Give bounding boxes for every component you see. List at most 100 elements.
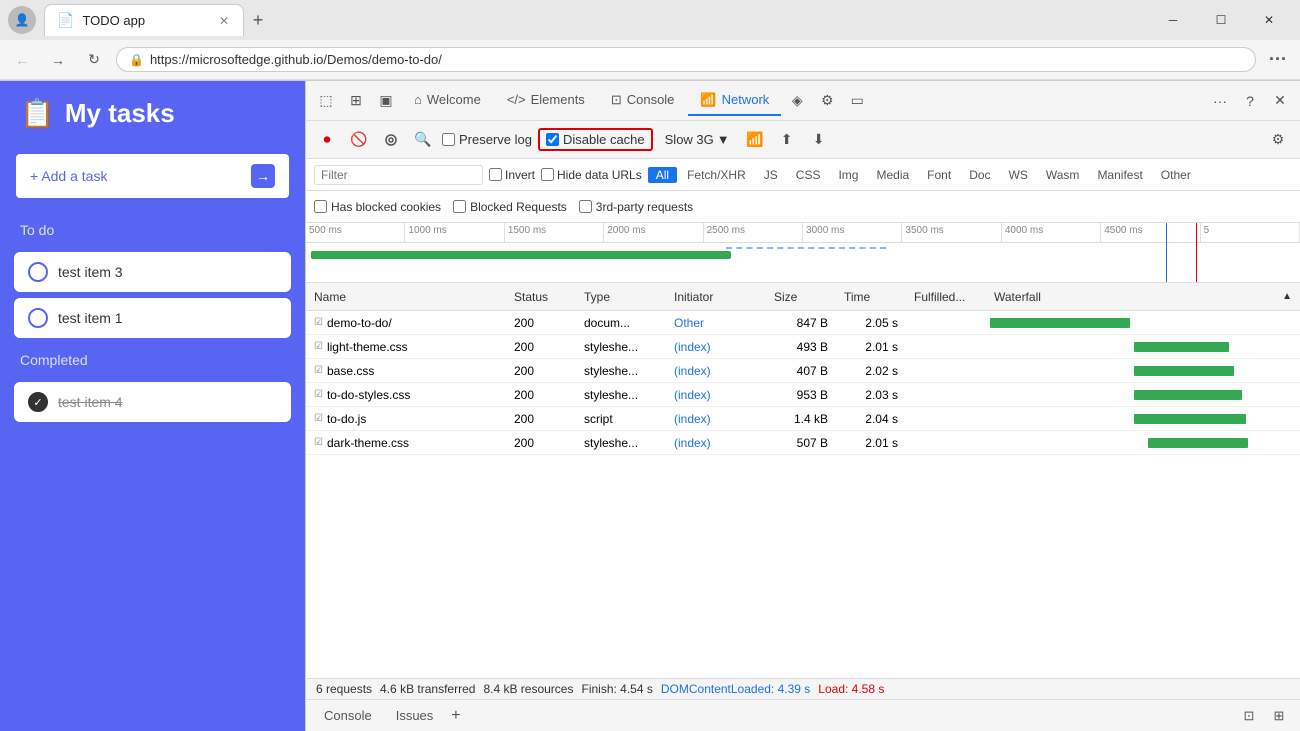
table-row[interactable]: ☑ dark-theme.css 200 styleshe... (index)… bbox=[306, 431, 1300, 455]
timeline-ruler: 500 ms 1000 ms 1500 ms 2000 ms 2500 ms 3… bbox=[306, 223, 1300, 243]
third-party-checkbox[interactable]: 3rd-party requests bbox=[579, 200, 693, 214]
settings-icon[interactable]: ⚙ bbox=[1264, 126, 1292, 154]
tick-2500: 2500 ms bbox=[704, 223, 803, 242]
table-row[interactable]: ☑ base.css 200 styleshe... (index) 407 B… bbox=[306, 359, 1300, 383]
forward-button[interactable]: → bbox=[44, 46, 72, 74]
bottom-tab-add-button[interactable]: + bbox=[447, 703, 464, 729]
minimize-button[interactable]: ─ bbox=[1150, 4, 1196, 36]
filter-tag-js[interactable]: JS bbox=[756, 167, 786, 183]
maximize-button[interactable]: ☐ bbox=[1198, 4, 1244, 36]
tab-welcome[interactable]: ⌂ Welcome bbox=[402, 86, 493, 115]
tab-application-icon[interactable]: ▭ bbox=[843, 87, 871, 115]
tab-title: TODO app bbox=[82, 13, 209, 28]
filter-tag-media[interactable]: Media bbox=[868, 167, 917, 183]
td-type: styleshe... bbox=[576, 340, 666, 354]
devtools-help-button[interactable]: ? bbox=[1236, 87, 1264, 115]
add-task-label: + Add a task bbox=[30, 168, 107, 184]
throttle-label: Slow 3G bbox=[665, 132, 714, 147]
home-icon: ⌂ bbox=[414, 92, 422, 107]
more-options-button[interactable]: ··· bbox=[1264, 46, 1292, 74]
todo-item-checkbox[interactable] bbox=[28, 308, 48, 328]
list-item[interactable]: test item 3 bbox=[14, 252, 291, 292]
filter-input[interactable] bbox=[314, 165, 483, 185]
filter-tag-all[interactable]: All bbox=[648, 167, 677, 183]
bottom-tab-console[interactable]: Console bbox=[314, 704, 382, 727]
list-item[interactable]: test item 1 bbox=[14, 298, 291, 338]
tab-performance-icon[interactable]: ⚙ bbox=[813, 87, 841, 115]
active-tab[interactable]: 📄 TODO app ✕ bbox=[44, 4, 244, 36]
import-icon[interactable]: 📶 bbox=[742, 127, 768, 153]
devtools-dock-icon[interactable]: ▣ bbox=[372, 87, 400, 115]
td-status: 200 bbox=[506, 364, 576, 378]
preserve-log-input[interactable] bbox=[442, 133, 455, 146]
filter-tag-ws[interactable]: WS bbox=[1001, 167, 1036, 183]
filter-tag-doc[interactable]: Doc bbox=[961, 167, 998, 183]
blocked-cookies-input[interactable] bbox=[314, 200, 327, 213]
preserve-log-checkbox[interactable]: Preserve log bbox=[442, 132, 532, 147]
th-waterfall[interactable]: Waterfall ▲ bbox=[986, 290, 1300, 304]
tab-console[interactable]: ⊡ Console bbox=[599, 86, 687, 116]
url-input[interactable]: 🔒 https://microsoftedge.github.io/Demos/… bbox=[116, 47, 1256, 72]
upload-icon[interactable]: ⬆ bbox=[774, 127, 800, 153]
search-button[interactable]: 🔍 bbox=[410, 127, 436, 153]
third-party-input[interactable] bbox=[579, 200, 592, 213]
tab-network[interactable]: 📶 Network bbox=[688, 86, 781, 116]
hide-data-urls-checkbox[interactable]: Hide data URLs bbox=[541, 168, 642, 182]
table-row[interactable]: ☑ light-theme.css 200 styleshe... (index… bbox=[306, 335, 1300, 359]
filter-tag-img[interactable]: Img bbox=[830, 167, 866, 183]
devtools-undock-icon[interactable]: ⊡ bbox=[1236, 703, 1262, 729]
new-tab-button[interactable]: + bbox=[244, 6, 272, 34]
filter-icon-button[interactable] bbox=[378, 127, 404, 153]
table-row[interactable]: ☑ to-do.js 200 script (index) 1.4 kB 2.0… bbox=[306, 407, 1300, 431]
add-task-button[interactable]: + Add a task → bbox=[16, 154, 289, 198]
devtools-expand-icon[interactable]: ⊞ bbox=[1266, 703, 1292, 729]
tab-close-button[interactable]: ✕ bbox=[217, 12, 231, 30]
tick-3500: 3500 ms bbox=[902, 223, 1001, 242]
devtools-close-button[interactable]: ✕ bbox=[1266, 87, 1294, 115]
filter-tag-css[interactable]: CSS bbox=[788, 167, 829, 183]
clear-button[interactable]: 🚫 bbox=[346, 127, 372, 153]
devtools-inspect-icon[interactable]: ⬚ bbox=[312, 87, 340, 115]
todo-item-checkbox[interactable] bbox=[28, 262, 48, 282]
download-icon[interactable]: ⬇ bbox=[806, 127, 832, 153]
throttle-dropdown[interactable]: Slow 3G ▼ bbox=[659, 130, 736, 149]
bottom-tab-issues[interactable]: Issues bbox=[386, 704, 444, 727]
back-button[interactable]: ← bbox=[8, 46, 36, 74]
blocked-cookies-checkbox[interactable]: Has blocked cookies bbox=[314, 200, 441, 214]
list-item[interactable]: test item 4 bbox=[14, 382, 291, 422]
filter-bar: Invert Hide data URLs All Fetch/XHR JS C… bbox=[306, 159, 1300, 191]
tab-welcome-label: Welcome bbox=[427, 92, 481, 107]
preserve-log-label: Preserve log bbox=[459, 132, 532, 147]
requests-count: 6 requests bbox=[316, 682, 372, 696]
hide-data-urls-input[interactable] bbox=[541, 168, 554, 181]
invert-input[interactable] bbox=[489, 168, 502, 181]
devtools-topbar: ⬚ ⊞ ▣ ⌂ Welcome </> Elements ⊡ Console 📶… bbox=[306, 81, 1300, 121]
todo-item-label: test item 4 bbox=[58, 394, 123, 410]
close-window-button[interactable]: ✕ bbox=[1246, 4, 1292, 36]
disable-cache-checkbox[interactable]: Disable cache bbox=[538, 128, 653, 151]
th-status: Status bbox=[506, 290, 576, 304]
filter-tag-other[interactable]: Other bbox=[1153, 167, 1199, 183]
tab-bar: 📄 TODO app ✕ + bbox=[44, 4, 1142, 36]
tab-elements[interactable]: </> Elements bbox=[495, 86, 597, 115]
file-icon: ☑ bbox=[314, 389, 323, 400]
filter-tag-manifest[interactable]: Manifest bbox=[1089, 167, 1150, 183]
table-row[interactable]: ☑ demo-to-do/ 200 docum... Other 847 B 2… bbox=[306, 311, 1300, 335]
refresh-button[interactable]: ↻ bbox=[80, 46, 108, 74]
filter-tag-fetch[interactable]: Fetch/XHR bbox=[679, 167, 754, 183]
filter-tag-wasm[interactable]: Wasm bbox=[1038, 167, 1088, 183]
network-icon: 📶 bbox=[700, 92, 716, 108]
invert-checkbox[interactable]: Invert bbox=[489, 168, 535, 182]
todo-item-checkbox-checked[interactable] bbox=[28, 392, 48, 412]
record-button[interactable]: ⏺ bbox=[314, 127, 340, 153]
resources-size: 8.4 kB resources bbox=[483, 682, 573, 696]
blocked-requests-checkbox[interactable]: Blocked Requests bbox=[453, 200, 567, 214]
disable-cache-input[interactable] bbox=[546, 133, 559, 146]
devtools-more-button[interactable]: ··· bbox=[1206, 87, 1234, 115]
waterfall-bar bbox=[1148, 438, 1248, 448]
filter-tag-font[interactable]: Font bbox=[919, 167, 959, 183]
tab-sources-icon[interactable]: ◈ bbox=[783, 87, 811, 115]
table-row[interactable]: ☑ to-do-styles.css 200 styleshe... (inde… bbox=[306, 383, 1300, 407]
blocked-requests-input[interactable] bbox=[453, 200, 466, 213]
devtools-device-icon[interactable]: ⊞ bbox=[342, 87, 370, 115]
